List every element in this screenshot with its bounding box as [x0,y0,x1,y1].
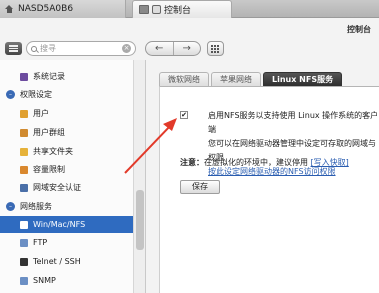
forward-button[interactable]: → [174,42,201,55]
sidebar-item-4[interactable]: 共享文件夹 [20,143,73,160]
sidebar-item-label: SNMP [33,276,56,285]
history-nav: ← → [145,41,201,56]
app-grid-button[interactable] [207,41,224,56]
sidebar-item-label: 用户 [33,109,49,118]
note-text: 在虚拟化的环境中，建议停用 [204,158,308,167]
top-tab-bar: NASD5A0B6 控制台 [0,0,379,18]
sidebar-item-label: Win/Mac/NFS [33,220,86,229]
nfs-description: 启用NFS服务以支持使用 Linux 操作系统的客户端 您可以在网络驱动器管理中… [208,109,379,179]
permission-category-icon: – [6,90,15,99]
page-title: 控制台 [347,25,371,34]
log-icon [20,72,28,81]
enable-nfs-row: ✔ [180,109,188,119]
sidebar-item-6[interactable]: 网域安全认证 [20,179,81,196]
tab-apple-network[interactable]: 苹果网络 [211,72,261,86]
sidebar-item-label: 网络服务 [20,202,52,211]
sidebar-item-label: 权限设定 [20,90,52,99]
snmp-icon [20,276,28,285]
sidebar-item-1[interactable]: – 权限设定 [6,86,52,103]
search-placeholder: 搜寻 [40,44,56,53]
terminal-icon [20,257,28,266]
nas-tab-label: NASD5A0B6 [18,4,74,14]
search-icon [31,45,37,52]
win-mac-nfs-icon [20,220,28,229]
sidebar-item-label: 系统记录 [33,72,65,81]
enable-nfs-label[interactable]: 启用NFS服务以支持使用 Linux 操作系统的客户端 [208,109,379,137]
domain-security-icon [20,183,28,192]
menu-button[interactable] [5,42,22,55]
sidebar-item-label: 网域安全认证 [33,183,81,192]
sidebar-item-11[interactable]: SNMP [20,272,56,289]
user-icon [20,109,28,118]
sidebar-item-label: FTP [33,238,48,247]
sidebar-item-2[interactable]: 用户 [20,105,49,122]
search-input[interactable]: 搜寻 × [26,41,136,56]
nfs-settings-panel: ✔ 启用NFS服务以支持使用 Linux 操作系统的客户端 您可以在网络驱动器管… [159,86,379,293]
sidebar-scrollbar[interactable] [133,60,145,293]
sidebar-item-0[interactable]: 系统记录 [20,68,65,85]
sidebar-item-5[interactable]: 容量限制 [20,161,65,178]
sidebar-item-7[interactable]: – 网络服务 [6,198,52,215]
sidebar-item-8[interactable]: Win/Mac/NFS [0,216,133,233]
tab-linux-nfs[interactable]: Linux NFS服务 [263,72,343,86]
back-button[interactable]: ← [146,42,174,55]
network-category-icon: – [6,202,15,211]
tab-microsoft-network[interactable]: 微软网络 [159,72,209,86]
sidebar-item-label: 共享文件夹 [33,147,73,156]
control-panel-tab-label: 控制台 [164,6,192,16]
window-icon [139,5,149,14]
scrollbar-thumb[interactable] [136,190,144,250]
virtualization-note: 注意：在虚拟化的环境中，建议停用 [写入快取] [180,157,349,168]
clear-search-icon[interactable]: × [122,44,131,53]
write-cache-link[interactable]: [写入快取] [311,158,349,167]
folder-icon [20,147,28,156]
enable-nfs-checkbox[interactable]: ✔ [180,111,188,119]
control-panel-tab[interactable]: 控制台 [132,0,232,18]
sidebar-item-label: 容量限制 [33,165,65,174]
home-icon [5,5,14,13]
save-button[interactable]: 保存 [180,180,220,194]
main-content: 微软网络 苹果网络 Linux NFS服务 ✔ 启用NFS服务以支持使用 Lin… [147,60,379,293]
sidebar-item-label: Telnet / SSH [33,257,81,266]
control-panel-icon [152,5,161,14]
sidebar-item-10[interactable]: Telnet / SSH [20,253,81,270]
sidebar: 系统记录 – 权限设定 用户 用户群组 共享文件夹 容量限制 网域安全认证 – 网络服务 Win/M… [0,60,146,293]
user-group-icon [20,128,28,137]
sidebar-item-3[interactable]: 用户群组 [20,124,65,141]
note-label: 注意： [180,158,204,167]
quota-icon [20,165,28,174]
ftp-icon [20,238,28,247]
sidebar-item-9[interactable]: FTP [20,234,47,251]
sidebar-item-label: 用户群组 [33,128,65,137]
nas-tab[interactable]: NASD5A0B6 [0,0,126,18]
tab-bar: 微软网络 苹果网络 Linux NFS服务 [159,72,343,86]
